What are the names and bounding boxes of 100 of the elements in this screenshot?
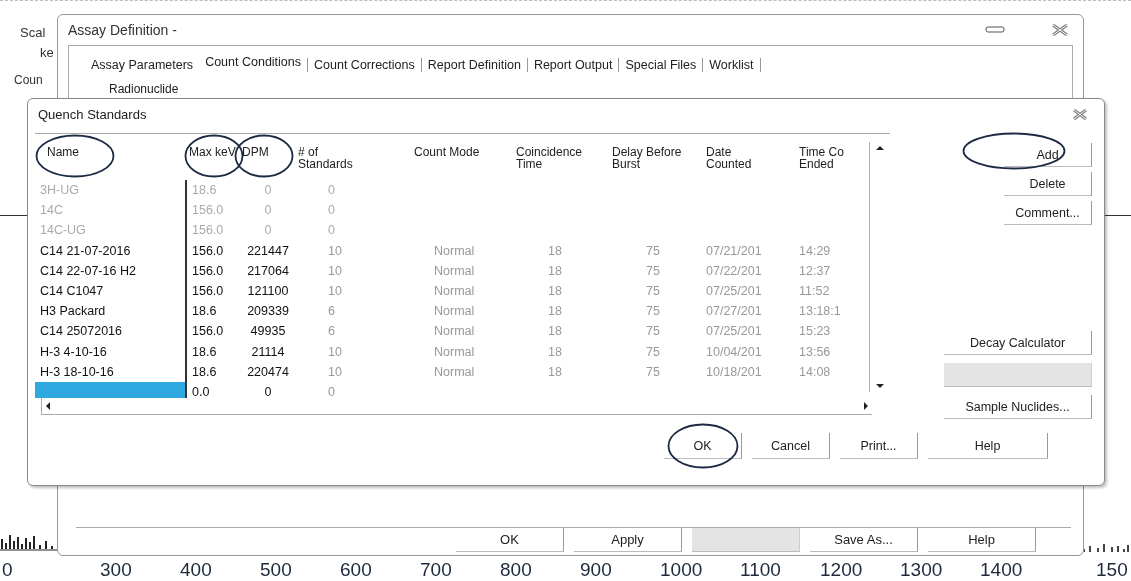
axis-label: 700 xyxy=(420,559,452,581)
table-cell: 0 xyxy=(328,183,335,197)
column-header[interactable]: DPM xyxy=(242,146,269,158)
button[interactable]: OK xyxy=(456,528,564,552)
table-cell: 0.0 xyxy=(192,384,210,398)
tab[interactable]: Count Conditions xyxy=(199,55,308,72)
minimize-icon[interactable] xyxy=(985,26,1005,34)
axis-label: 150 xyxy=(1096,559,1128,581)
table-cell: 121100 xyxy=(247,283,289,298)
table-cell: C14 C1047 xyxy=(40,283,104,298)
table-cell: 10 xyxy=(328,283,342,298)
table-cell: 0 xyxy=(264,384,272,398)
table-cell: 18.6 xyxy=(192,344,217,359)
table-cell: 18.6 xyxy=(192,304,217,319)
column-header[interactable]: Count Mode xyxy=(414,146,480,158)
table-cell: 0 xyxy=(264,223,272,238)
table-cell: 07/25/201 xyxy=(706,283,762,298)
tab[interactable]: Report Definition xyxy=(420,58,527,72)
tab[interactable]: Worklist xyxy=(702,58,761,72)
table-cell: 10 xyxy=(328,263,342,278)
table-cell: 156.0 xyxy=(192,203,224,218)
close-icon[interactable] xyxy=(1072,108,1088,120)
button[interactable]: Apply xyxy=(574,528,682,552)
window-title: Quench Standards xyxy=(38,106,147,122)
axis-label: 800 xyxy=(500,559,532,581)
table-cell: Normal xyxy=(434,283,475,298)
table-cell: 75 xyxy=(646,263,660,278)
axis-label: Scal xyxy=(20,25,46,40)
table-cell: 13:18:1 xyxy=(799,304,841,319)
table-cell: 21114 xyxy=(251,344,285,359)
tab[interactable]: Count Corrections xyxy=(307,58,421,72)
axis-label: 1300 xyxy=(900,559,943,581)
table-cell: 07/22/201 xyxy=(706,263,762,278)
table-cell: 14:08 xyxy=(799,364,831,379)
table-cell: 10 xyxy=(328,243,342,258)
table-cell: 18 xyxy=(548,304,562,319)
table-cell: 3H-UG xyxy=(40,183,79,197)
button[interactable]: Add xyxy=(1004,143,1092,167)
table-cell: 11:52 xyxy=(799,283,830,298)
column-header[interactable]: Time Co Ended xyxy=(799,146,844,170)
table-cell: 18 xyxy=(548,243,562,258)
table-cell: 156.0 xyxy=(192,223,224,238)
tab[interactable]: Special Files xyxy=(618,58,703,72)
button[interactable]: Help xyxy=(928,528,1036,552)
table-cell: 07/21/201 xyxy=(706,243,762,258)
axis-label: 1100 xyxy=(740,559,781,581)
button[interactable]: Comment... xyxy=(1004,201,1092,225)
table-cell: 12:37 xyxy=(799,263,831,278)
scroll-right-icon[interactable] xyxy=(864,402,868,410)
table-cell: 18 xyxy=(548,324,562,339)
table-cell: 10 xyxy=(328,344,342,359)
column-header[interactable]: Coincidence Time xyxy=(516,146,583,170)
close-icon[interactable] xyxy=(1051,24,1069,36)
table-cell: 0 xyxy=(328,223,335,238)
table-cell: Normal xyxy=(434,324,475,339)
button[interactable]: Decay Calculator xyxy=(944,331,1092,355)
table-cell: 18.6 xyxy=(192,364,217,379)
scroll-left-icon[interactable] xyxy=(46,402,50,410)
table-cell: 6 xyxy=(328,304,335,319)
table-cell: C14 25072016 xyxy=(40,324,123,339)
column-header[interactable]: Name xyxy=(47,146,79,158)
button[interactable]: Delete xyxy=(1004,172,1092,196)
table-cell: H3 Packard xyxy=(40,304,106,319)
table-cell: 209339 xyxy=(247,304,289,319)
tab[interactable]: Assay Parameters xyxy=(85,58,200,72)
table-cell: 6 xyxy=(328,324,335,339)
table-cell: 18 xyxy=(548,364,562,379)
table-cell: 14C xyxy=(40,203,63,218)
table-cell: 07/27/201 xyxy=(706,304,762,319)
table-cell: 10 xyxy=(328,364,342,379)
scroll-down-icon[interactable] xyxy=(876,384,884,388)
tab[interactable]: Report Output xyxy=(526,58,619,72)
axis-label: 600 xyxy=(340,559,372,581)
axis-label: 400 xyxy=(180,559,212,581)
column-header[interactable]: Date Counted xyxy=(706,146,752,170)
axis-label: 900 xyxy=(580,559,612,581)
table-cell: 0 xyxy=(328,384,335,398)
table-cell: 75 xyxy=(646,324,660,339)
button[interactable]: Save As... xyxy=(810,528,918,552)
table-cell: 75 xyxy=(646,344,660,359)
button[interactable]: Sample Nuclides... xyxy=(944,395,1092,419)
table-cell: Normal xyxy=(434,263,475,278)
button[interactable]: Help xyxy=(928,433,1048,459)
scrollbar[interactable] xyxy=(41,398,872,415)
selected-cell[interactable] xyxy=(35,381,187,398)
table-cell: 14C-UG xyxy=(40,223,86,238)
button[interactable]: Cancel xyxy=(752,433,830,459)
button[interactable]: Print... xyxy=(840,433,918,459)
window-title: Assay Definition - xyxy=(68,22,178,38)
button[interactable]: OK xyxy=(664,433,742,459)
group-label: Radionuclide xyxy=(109,82,180,96)
table-cell: 07/25/201 xyxy=(706,324,762,339)
table-cell: 75 xyxy=(646,364,660,379)
column-header[interactable]: Delay Before Burst xyxy=(612,146,682,170)
table-cell: Normal xyxy=(434,344,475,359)
scroll-up-icon[interactable] xyxy=(876,146,884,150)
table-cell: 156.0 xyxy=(192,324,224,339)
column-header[interactable]: # of Standards xyxy=(298,146,353,170)
table-cell: 156.0 xyxy=(192,243,224,258)
axis-label: Coun xyxy=(14,73,43,87)
